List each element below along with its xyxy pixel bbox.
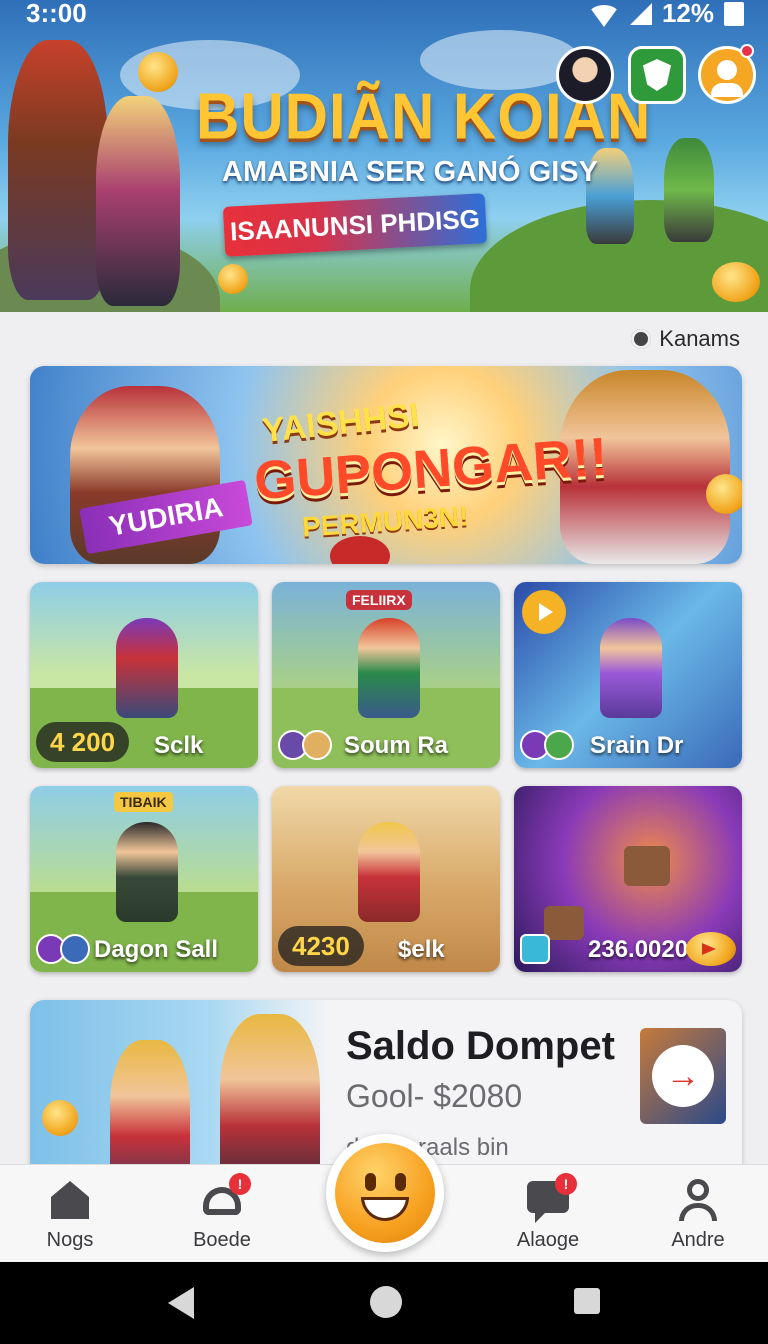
nav-item-messages[interactable]: ! Alaoge [488, 1173, 608, 1252]
filter-label: Kanams [659, 326, 740, 351]
wallet-title: Saldo Dompet [346, 1024, 615, 1068]
nav-label: Alaoge [516, 1229, 580, 1251]
back-icon[interactable] [168, 1287, 194, 1319]
smiley-eye [395, 1173, 406, 1191]
battery-icon [724, 1, 744, 26]
hero-character-warrior [8, 40, 108, 300]
shield-avatar[interactable] [628, 46, 686, 104]
wifi-icon [587, 4, 620, 27]
battery-percent: 12% [661, 0, 714, 28]
card-character [116, 618, 178, 718]
card-badge: TIBAIK [114, 792, 173, 812]
user-icon-body [711, 83, 743, 97]
card-label: Sclk [154, 732, 204, 759]
coin-icon [712, 262, 760, 302]
filter-button[interactable]: Kanams [631, 326, 740, 352]
mini-avatar [302, 730, 332, 760]
card-value: 4 200 [36, 722, 130, 762]
nav-item-home[interactable]: Nogs [10, 1177, 130, 1252]
nav-label: Andre [671, 1229, 725, 1251]
smiley-fab-button[interactable] [326, 1134, 444, 1252]
card-label: Soum Ra [344, 732, 449, 759]
notification-badge: ! [555, 1173, 577, 1195]
card-gems [520, 934, 550, 964]
recents-icon[interactable] [574, 1288, 600, 1314]
coin-icon [706, 474, 742, 514]
mini-avatar [544, 730, 574, 760]
signal-icon [629, 2, 652, 25]
card-label: Srain Dr [590, 732, 684, 759]
status-bar: 3::00 12% [0, 0, 768, 28]
card-avatars [36, 934, 90, 964]
shield-icon [643, 59, 671, 91]
coin-icon [138, 52, 178, 92]
gem-icon [520, 934, 550, 964]
game-card[interactable]: 4230 $elk [272, 786, 500, 972]
card-label: $elk [398, 936, 445, 963]
hero-character-elf [664, 138, 714, 242]
smiley-mouth [361, 1197, 409, 1221]
smiley-eye [365, 1173, 376, 1191]
card-badge: FELIIRX [346, 590, 412, 610]
game-card[interactable]: 4 200 Sclk [30, 582, 258, 768]
chest-icon [624, 846, 670, 886]
hero-subtitle: AMABNIA SER GANÓ GISY [222, 156, 598, 188]
card-character [600, 618, 662, 718]
notification-dot [740, 44, 754, 58]
card-label: Dagon Sall [94, 936, 219, 963]
notification-badge: ! [229, 1173, 251, 1195]
coin-icon [686, 932, 736, 966]
home-icon [51, 1181, 89, 1219]
game-card[interactable]: Srain Dr [514, 582, 742, 768]
system-nav-bar [0, 1262, 768, 1344]
gear-icon [631, 329, 652, 349]
nav-item-profile[interactable]: Andre [638, 1177, 758, 1252]
avatar[interactable] [556, 46, 614, 104]
card-character [358, 618, 420, 718]
card-character [358, 822, 420, 922]
nav-label: Nogs [46, 1229, 94, 1251]
card-avatars [520, 730, 574, 760]
hero-banner[interactable]: 3::00 12% BUDIÃN KOIAN AMABNIA SER GANÓ … [0, 0, 768, 312]
card-avatars [278, 730, 332, 760]
home-circle-icon[interactable] [370, 1286, 402, 1318]
nav-label: Boede [193, 1229, 251, 1251]
play-icon[interactable] [522, 590, 566, 634]
promo-banner[interactable]: YAISHHSI GUPONGAR!! PERMUN3N! YUDIRIA [30, 366, 742, 564]
person-icon [687, 1179, 709, 1201]
smiley-icon [335, 1143, 435, 1243]
chest-icon [544, 906, 584, 940]
nav-item-games[interactable]: ! Boede [162, 1173, 282, 1252]
game-card[interactable]: FELIIRX Soum Ra [272, 582, 500, 768]
user-icon [717, 60, 737, 80]
coin-icon [42, 1100, 78, 1136]
game-card[interactable]: 236.0020 [514, 786, 742, 972]
hero-cta-button[interactable]: ISAANUNSI PHDISG [222, 193, 488, 257]
hero-character-blonde [96, 96, 180, 306]
card-label: 236.0020 [588, 936, 689, 963]
status-time: 3::00 [26, 0, 87, 28]
game-card[interactable]: TIBAIK Dagon Sall [30, 786, 258, 972]
card-value: 4230 [278, 926, 364, 966]
wallet-goal: Gool- $2080 [346, 1078, 523, 1114]
mini-avatar [60, 934, 90, 964]
person-icon-body [679, 1203, 717, 1221]
coin-icon [218, 264, 248, 294]
arrow-right-icon: → [652, 1045, 714, 1107]
card-character [116, 822, 178, 922]
wallet-go-button[interactable]: → [640, 1028, 726, 1124]
